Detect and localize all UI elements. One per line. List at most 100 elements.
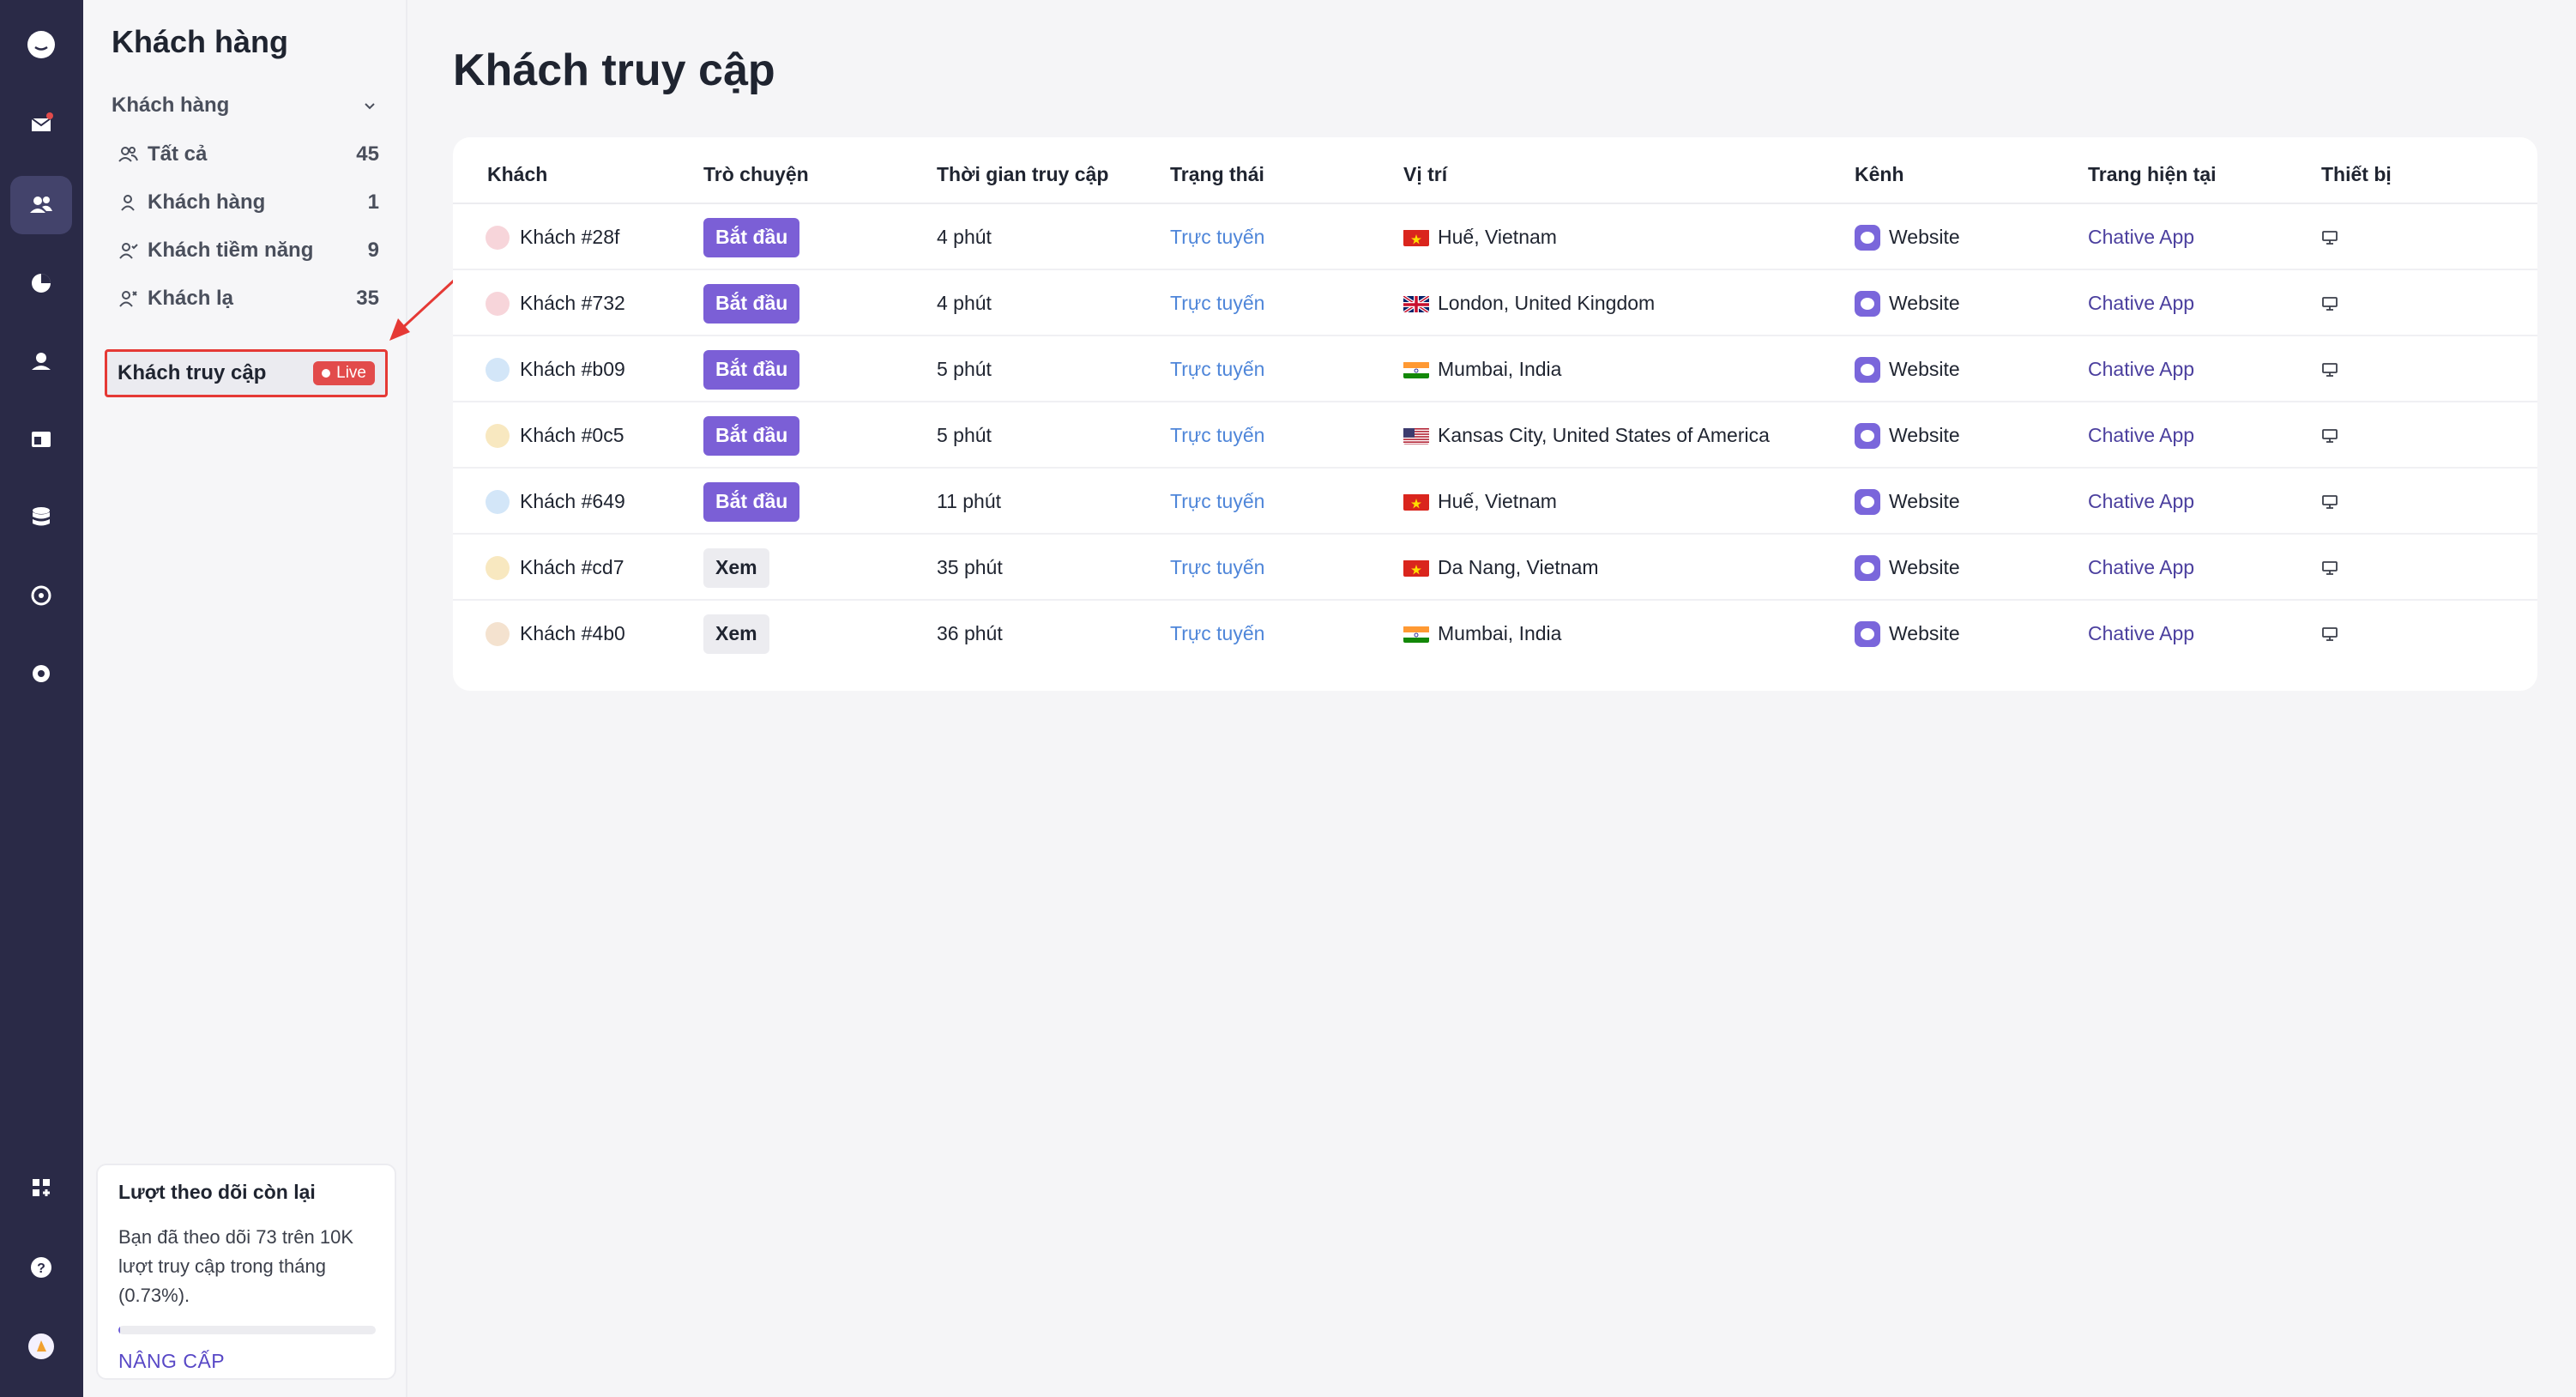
column-header-status[interactable]: Trạng thái (1170, 163, 1264, 186)
visitor-avatar (486, 291, 510, 316)
location-cell: Huế, Vietnam (1403, 204, 1557, 270)
website-channel-icon (1855, 224, 1880, 251)
desktop-icon (2322, 560, 2338, 575)
help-icon[interactable]: ? (10, 1238, 72, 1297)
current-page-link[interactable]: Chative App (2088, 336, 2194, 402)
sidebar-item-visitors[interactable]: Khách truy cập Live (105, 349, 388, 397)
device-cell (2321, 336, 2338, 402)
time-cell: 4 phút (937, 226, 992, 248)
visitor-cell[interactable]: Khách #649 (486, 469, 625, 535)
table-row[interactable]: Khách #732 Bắt đầu 4 phút Trực tuyến London,… (453, 270, 2537, 336)
chat-cell: Bắt đầu (703, 270, 800, 336)
sidebar-item-all[interactable]: Tất cả 45 (113, 136, 379, 173)
visitor-avatar (486, 357, 510, 382)
table-header: Khách Trò chuyện Thời gian truy cập Trạn… (453, 137, 2537, 204)
avatar[interactable] (10, 1317, 72, 1376)
status-text: Trực tuyến (1170, 226, 1265, 248)
quota-description: Bạn đã theo dõi 73 trên 10K lượt truy cậ… (118, 1226, 353, 1306)
visitor-cell[interactable]: Khách #4b0 (486, 601, 625, 667)
channel-text: Website (1889, 358, 1960, 380)
current-page-link[interactable]: Chative App (2088, 601, 2194, 667)
website-channel-icon (1855, 620, 1880, 647)
device-cell (2321, 270, 2338, 336)
settings-icon[interactable] (10, 644, 72, 703)
sidebar-item-label: Khách truy cập (118, 361, 267, 384)
contact-icon[interactable] (10, 332, 72, 390)
visitor-cell[interactable]: Khách #0c5 (486, 402, 624, 469)
view-button[interactable]: Xem (703, 547, 769, 588)
flag-gb-icon (1403, 294, 1429, 312)
visitor-name: Khách #4b0 (520, 622, 625, 644)
column-header-visitor[interactable]: Khách (487, 163, 547, 186)
customers-icon[interactable] (10, 176, 72, 234)
quota-progress-bar (118, 1326, 376, 1334)
upgrade-link[interactable]: NÂNG CẤP (118, 1350, 374, 1373)
visitor-cell[interactable]: Khách #28f (486, 204, 619, 270)
desktop-icon (2322, 296, 2338, 311)
sidebar-item-leads[interactable]: Khách tiềm năng 9 (113, 232, 379, 269)
current-page-link[interactable]: Chative App (2088, 402, 2194, 469)
svg-text:?: ? (37, 1261, 45, 1276)
column-header-location[interactable]: Vị trí (1403, 163, 1447, 186)
chat-cell: Xem (703, 535, 769, 601)
visitor-cell[interactable]: Khách #b09 (486, 336, 625, 402)
start-chat-button[interactable]: Bắt đầu (703, 283, 800, 324)
website-channel-icon (1855, 554, 1880, 581)
inbox-icon[interactable] (10, 94, 72, 153)
logo-icon[interactable] (10, 15, 72, 74)
sidebar-item-label: Khách hàng (148, 190, 266, 214)
visitor-cell[interactable]: Khách #732 (486, 270, 625, 336)
desktop-icon (2322, 428, 2338, 443)
device-cell (2321, 535, 2338, 601)
flag-us-icon (1403, 427, 1429, 444)
column-header-device[interactable]: Thiết bị (2321, 163, 2392, 186)
table-row[interactable]: Khách #b09 Bắt đầu 5 phút Trực tuyến Mumbai,… (453, 336, 2537, 402)
start-chat-button[interactable]: Bắt đầu (703, 481, 800, 522)
desktop-icon (2322, 362, 2338, 377)
integration-icon[interactable] (10, 566, 72, 625)
current-page-link[interactable]: Chative App (2088, 270, 2194, 336)
location-text: Mumbai, India (1438, 358, 1562, 380)
current-page-link[interactable]: Chative App (2088, 204, 2194, 270)
channel-cell: Website (1855, 601, 1960, 667)
current-page-link[interactable]: Chative App (2088, 535, 2194, 601)
time-cell: 4 phút (937, 292, 992, 314)
sidebar-item-customers[interactable]: Khách hàng 1 (113, 184, 379, 221)
sidebar-item-count: 45 (356, 142, 379, 166)
view-button[interactable]: Xem (703, 614, 769, 654)
sidebar-item-strangers[interactable]: Khách lạ 35 (113, 280, 379, 318)
table-row[interactable]: Khách #4b0 Xem 36 phút Trực tuyến Mumbai, In… (453, 601, 2537, 667)
apps-icon[interactable] (10, 1158, 72, 1217)
website-channel-icon (1855, 356, 1880, 383)
current-page-link[interactable]: Chative App (2088, 469, 2194, 535)
start-chat-button[interactable]: Bắt đầu (703, 349, 800, 390)
icon-rail: ? (0, 0, 83, 1397)
table-row[interactable]: Khách #0c5 Bắt đầu 5 phút Trực tuyến Kansas … (453, 402, 2537, 469)
table-row[interactable]: Khách #cd7 Xem 35 phút Trực tuyến Da Nang, V… (453, 535, 2537, 601)
location-cell: Huế, Vietnam (1403, 469, 1557, 535)
sidebar-group-header[interactable]: Khách hàng (112, 91, 377, 120)
users-icon (113, 140, 142, 169)
widget-icon[interactable] (10, 410, 72, 469)
user-unknown-icon (113, 284, 142, 313)
column-header-time[interactable]: Thời gian truy cập (937, 163, 1108, 186)
start-chat-button[interactable]: Bắt đầu (703, 217, 800, 257)
table-row[interactable]: Khách #649 Bắt đầu 11 phút Trực tuyến Huế, V… (453, 469, 2537, 535)
column-header-channel[interactable]: Kênh (1855, 163, 1904, 186)
sidebar-item-label: Khách lạ (148, 287, 234, 310)
column-header-current-page[interactable]: Trang hiện tại (2088, 163, 2217, 186)
location-text: Kansas City, United States of America (1438, 424, 1770, 446)
reports-icon[interactable] (10, 254, 72, 312)
location-cell: Kansas City, United States of America (1403, 402, 1770, 469)
flag-vn-icon (1403, 493, 1429, 511)
table-row[interactable]: Khách #28f Bắt đầu 4 phút Trực tuyến Huế, Vi… (453, 204, 2537, 270)
database-icon[interactable] (10, 488, 72, 547)
visitor-cell[interactable]: Khách #cd7 (486, 535, 624, 601)
status-text: Trực tuyến (1170, 358, 1265, 380)
live-badge: Live (313, 361, 375, 385)
location-cell: London, United Kingdom (1403, 270, 1655, 336)
column-header-chat[interactable]: Trò chuyện (703, 163, 809, 186)
chat-cell: Bắt đầu (703, 469, 800, 535)
start-chat-button[interactable]: Bắt đầu (703, 415, 800, 456)
chevron-down-icon (365, 103, 375, 110)
